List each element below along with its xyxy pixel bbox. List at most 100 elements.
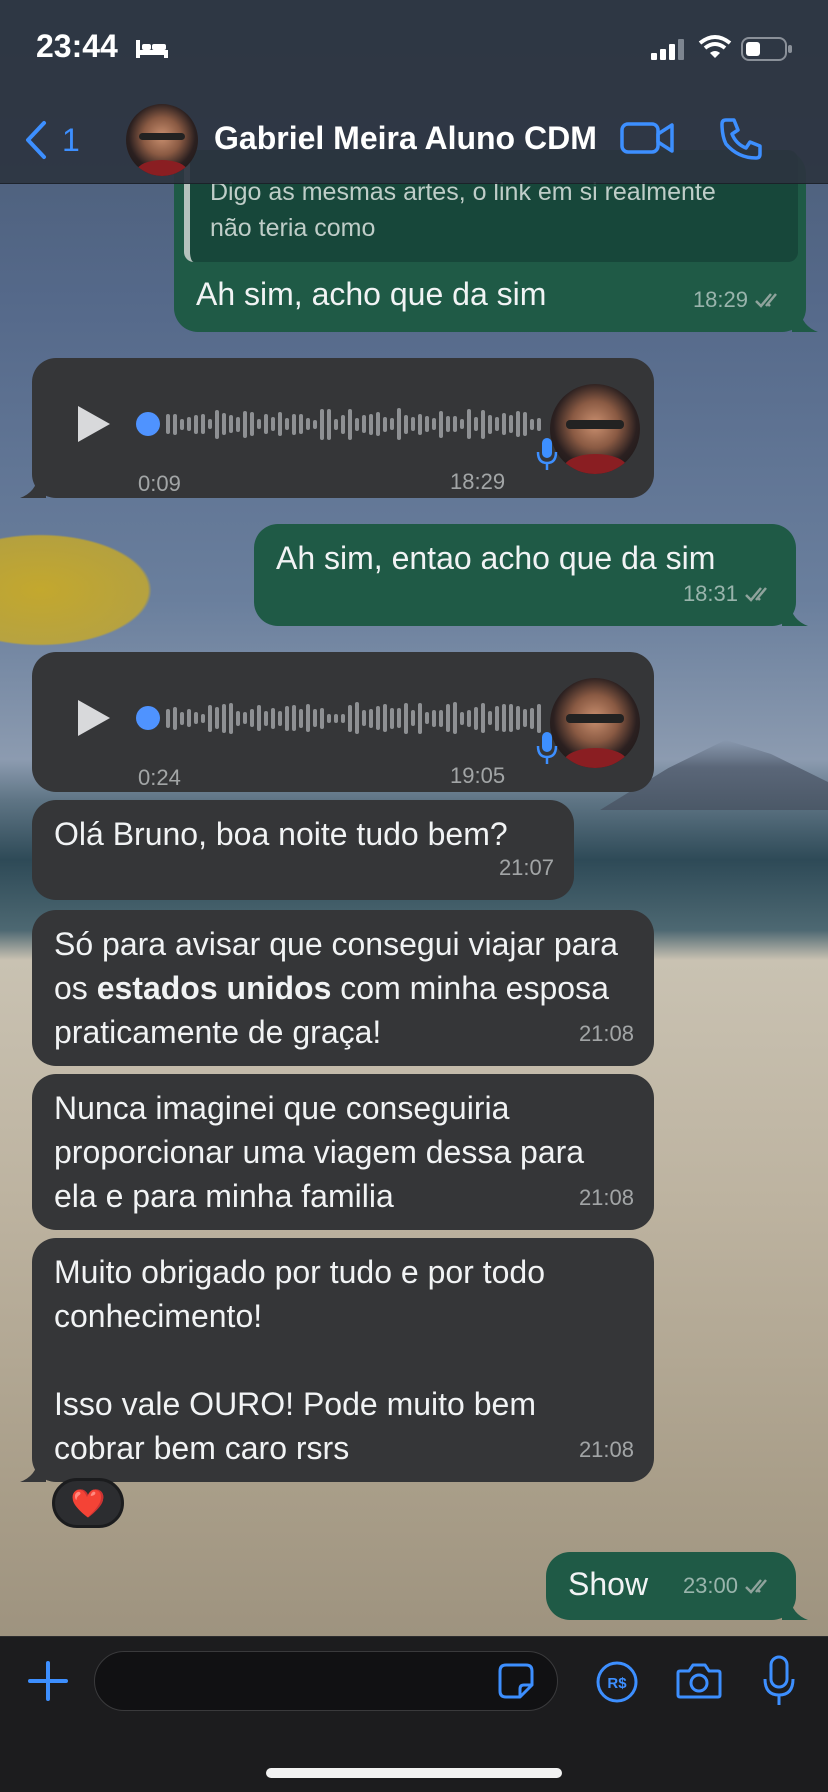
waveform-bar — [418, 413, 422, 435]
message-outgoing[interactable]: Ah sim, entao acho que da sim 18:31 — [254, 524, 808, 626]
bubble-tail — [782, 604, 808, 626]
waveform-bar — [327, 408, 331, 440]
waveform-bar — [194, 414, 198, 434]
waveform-bar — [453, 702, 457, 734]
chat-header: 23:44 1 Gabriel Meira Aluno CDM — [0, 0, 828, 184]
waveform-bar — [264, 414, 268, 434]
waveform-bar — [439, 410, 443, 438]
waveform-bar — [250, 709, 254, 727]
waveform-bar — [348, 704, 352, 732]
bubble-tail — [20, 476, 46, 498]
waveform-bar — [243, 712, 247, 724]
svg-text:R$: R$ — [607, 1675, 627, 1692]
phone-call-icon[interactable] — [718, 116, 764, 162]
waveform-bar — [383, 416, 387, 432]
waveform-bar — [187, 709, 191, 727]
waveform-bar — [292, 413, 296, 435]
heart-reaction[interactable]: ❤️ — [52, 1478, 124, 1528]
message-time: 18:29 — [692, 287, 748, 312]
waveform-bar — [306, 418, 310, 430]
contact-avatar[interactable] — [126, 104, 198, 176]
message-meta: 21:08 — [579, 1012, 634, 1056]
message-incoming[interactable]: Só para avisar que consegui viajar para … — [32, 910, 654, 1066]
waveform-bar — [467, 409, 471, 439]
message-time: 18:31 — [682, 581, 738, 606]
waveform-bar — [173, 413, 177, 435]
home-indicator[interactable] — [266, 1768, 562, 1778]
waveform-bar — [166, 708, 170, 728]
double-check-icon — [745, 587, 767, 602]
play-icon[interactable] — [74, 404, 112, 444]
waveform-bar — [460, 419, 464, 429]
message-text: Muito obrigado por tudo e por todo conhe… — [54, 1254, 545, 1334]
voice-duration: 0:09 — [138, 471, 181, 496]
message-input[interactable] — [94, 1651, 558, 1711]
waveform-bar — [334, 713, 338, 723]
message-time: 18:29 — [450, 469, 506, 494]
microphone-icon[interactable] — [762, 1655, 796, 1707]
waveform-bar — [369, 413, 373, 435]
waveform-bar — [404, 414, 408, 434]
battery-icon — [741, 37, 792, 61]
waveform-bar — [201, 713, 205, 723]
waveform-bar — [425, 712, 429, 724]
play-icon[interactable] — [74, 698, 112, 738]
waveform-bar — [222, 703, 226, 733]
sender-avatar — [550, 384, 640, 474]
voice-message[interactable]: 0:24 19:05 — [32, 652, 654, 792]
waveform-bar — [362, 710, 366, 726]
waveform-bar — [187, 417, 191, 431]
waveform-bar — [341, 414, 345, 434]
plus-icon[interactable] — [28, 1661, 68, 1701]
message-incoming[interactable]: Nunca imaginei que conseguiria proporcio… — [32, 1074, 654, 1230]
message-incoming[interactable]: Muito obrigado por tudo e por todo conhe… — [20, 1238, 654, 1482]
waveform-bar — [537, 417, 541, 431]
waveform-bar — [180, 711, 184, 725]
voice-waveform[interactable] — [166, 694, 546, 742]
waveform-bar — [474, 417, 478, 431]
contact-name[interactable]: Gabriel Meira Aluno CDM — [214, 120, 597, 157]
message-time: 21:07 — [498, 855, 554, 880]
waveform-bar — [397, 708, 401, 728]
waveform-bar — [530, 418, 534, 430]
waveform-bar — [285, 418, 289, 430]
sticker-icon[interactable] — [498, 1663, 534, 1699]
voice-waveform[interactable] — [166, 400, 546, 448]
waveform-bar — [271, 417, 275, 431]
waveform-bar — [229, 702, 233, 734]
playback-position-handle[interactable] — [136, 412, 160, 436]
video-call-icon[interactable] — [620, 118, 674, 158]
back-button[interactable]: 1 — [24, 118, 80, 162]
voice-message[interactable]: 0:09 18:29 — [20, 358, 654, 498]
waveform-bar — [355, 417, 359, 431]
message-incoming[interactable]: Olá Bruno, boa noite tudo bem? 21:07 — [32, 800, 574, 900]
waveform-bar — [509, 415, 513, 433]
message-time: 23:00 — [682, 1573, 738, 1598]
message-time: 19:05 — [450, 763, 506, 788]
waveform-bar — [362, 415, 366, 433]
waveform-bar — [495, 705, 499, 731]
message-outgoing[interactable]: Show 23:00 — [546, 1552, 808, 1620]
waveform-bar — [334, 418, 338, 430]
waveform-bar — [383, 704, 387, 732]
message-text: Isso vale OURO! Pode muito bem cobrar be… — [54, 1386, 536, 1466]
waveform-bar — [516, 411, 520, 437]
message-time: 21:08 — [578, 1021, 634, 1046]
payment-icon[interactable]: R$ — [596, 1661, 638, 1703]
waveform-bar — [320, 408, 324, 440]
microphone-icon — [536, 732, 558, 764]
voice-duration: 0:24 — [138, 765, 181, 790]
waveform-bar — [285, 705, 289, 731]
double-check-icon — [755, 293, 777, 308]
message-text: Nunca imaginei que conseguiria proporcio… — [54, 1090, 585, 1214]
chevron-left-icon — [26, 121, 46, 159]
message-text: Só para avisar que consegui viajar para … — [54, 922, 624, 1054]
waveform-bar — [299, 414, 303, 434]
camera-icon[interactable] — [676, 1661, 722, 1701]
double-check-icon — [745, 1579, 767, 1594]
playback-position-handle[interactable] — [136, 706, 160, 730]
waveform-bar — [257, 705, 261, 731]
waveform-bar — [236, 710, 240, 726]
microphone-icon — [536, 438, 558, 470]
bubble-tail — [782, 1598, 808, 1620]
